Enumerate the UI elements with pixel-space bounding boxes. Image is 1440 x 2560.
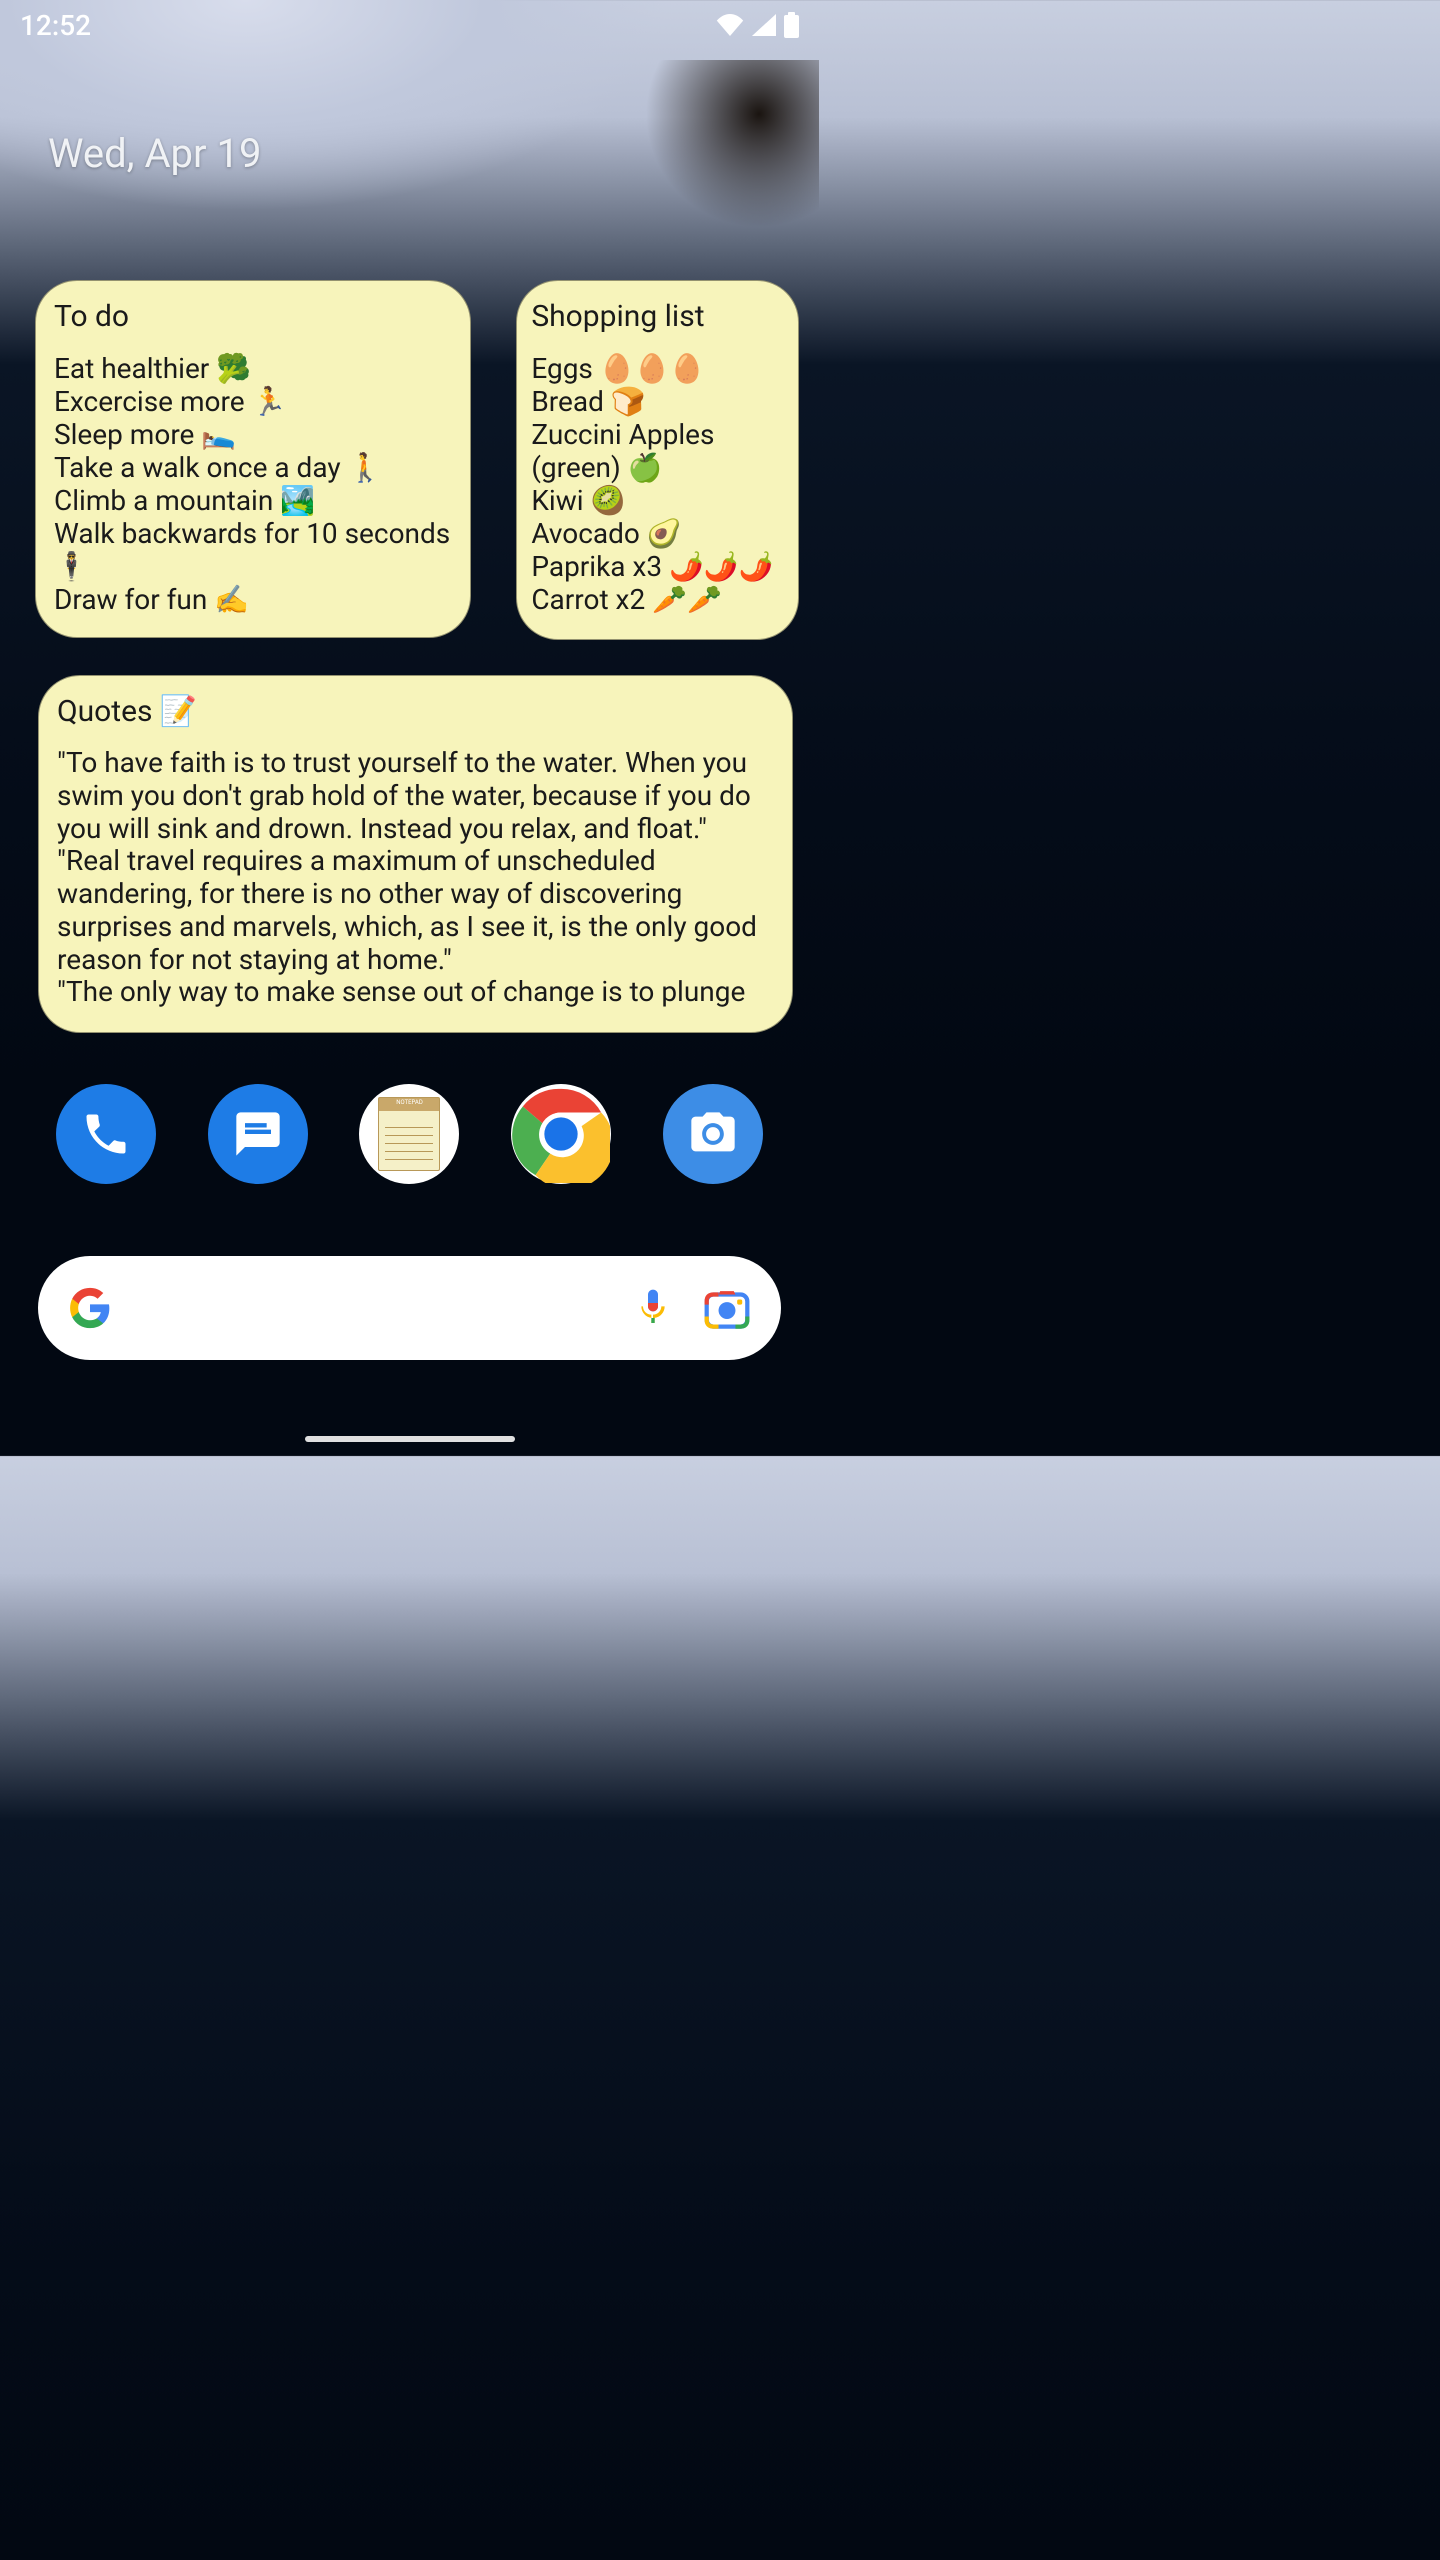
todo-title: To do [54,299,452,334]
todo-item: Climb a mountain 🏞️ [54,484,452,517]
todo-content: Eat healthier 🥦 Excercise more 🏃 Sleep m… [54,352,452,616]
wifi-icon [716,14,744,36]
todo-item: Take a walk once a day 🚶 [54,451,452,484]
status-indicators [716,12,799,38]
todo-item: Walk backwards for 10 seconds 🕴️ [54,517,452,583]
shopping-item: Bread 🍞 [531,385,784,418]
shopping-item: Kiwi 🥝 [531,484,784,517]
shopping-item: Carrot x2 🥕🥕 [531,583,784,616]
todo-widget[interactable]: To do Eat healthier 🥦 Excercise more 🏃 S… [35,280,471,638]
quotes-title: Quotes 📝 [57,694,774,729]
shopping-widget[interactable]: Shopping list Eggs 🥚🥚🥚 Bread 🍞 Zuccini A… [516,280,799,640]
shopping-item: Avocado 🥑 [531,517,784,550]
notepad-graphic [378,1097,440,1171]
shopping-content: Eggs 🥚🥚🥚 Bread 🍞 Zuccini Apples (green) … [531,352,784,616]
messages-app-icon[interactable] [208,1084,308,1184]
app-dock [0,1084,819,1184]
search-left [68,1286,112,1330]
shopping-item: Paprika x3 🌶️🌶️🌶️ [531,550,784,583]
mic-icon[interactable] [633,1286,673,1330]
google-search-bar[interactable] [38,1256,781,1360]
todo-item: Excercise more 🏃 [54,385,452,418]
status-time: 12:52 [20,9,91,42]
camera-app-icon[interactable] [663,1084,763,1184]
widget-row: To do Eat healthier 🥦 Excercise more 🏃 S… [35,280,799,640]
shopping-item: Zuccini Apples (green) 🍏 [531,418,784,484]
date-widget[interactable]: Wed, Apr 19 [48,130,261,177]
notepad-app-icon[interactable] [359,1084,459,1184]
shopping-item: Eggs 🥚🥚🥚 [531,352,784,385]
shopping-title: Shopping list [531,299,784,334]
todo-item: Eat healthier 🥦 [54,352,452,385]
quotes-widget[interactable]: Quotes 📝 "To have faith is to trust your… [38,675,793,1033]
navigation-handle[interactable] [305,1436,515,1442]
chrome-app-icon[interactable] [511,1084,611,1184]
todo-item: Sleep more 🛌 [54,418,452,451]
google-logo-icon [68,1286,112,1330]
quotes-content: "To have faith is to trust yourself to t… [57,747,774,1009]
wallpaper-accent [619,60,819,240]
signal-icon [752,14,776,36]
lens-icon[interactable] [703,1286,751,1330]
phone-app-icon[interactable] [56,1084,156,1184]
status-bar: 12:52 [0,0,819,50]
battery-icon [784,12,799,38]
search-actions [633,1286,751,1330]
todo-item: Draw for fun ✍️ [54,583,452,616]
